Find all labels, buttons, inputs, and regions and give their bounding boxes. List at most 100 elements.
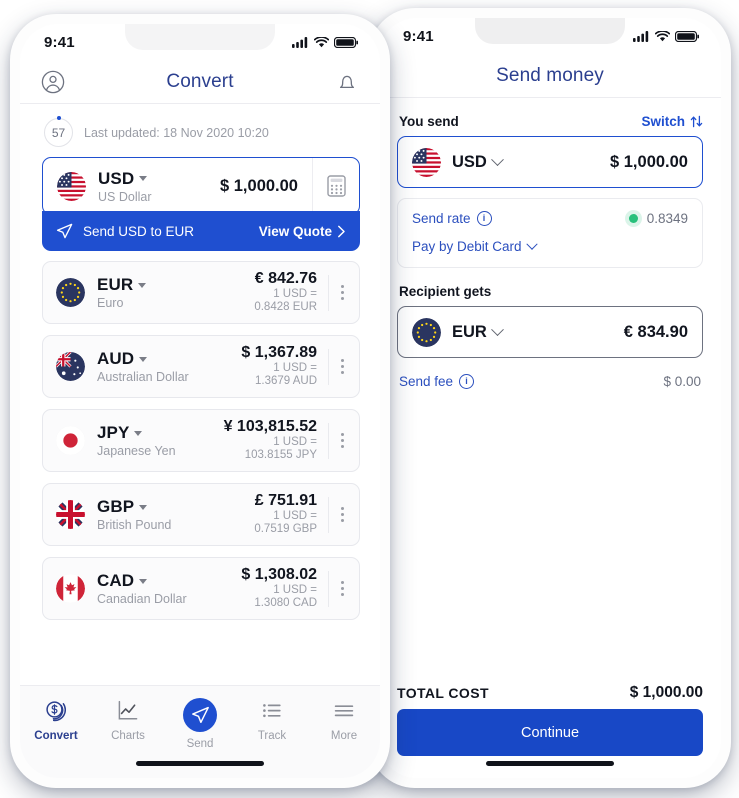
paper-plane-icon <box>56 223 73 238</box>
row-menu-button[interactable] <box>328 496 355 533</box>
you-send-label: You send <box>399 114 459 129</box>
continue-button-label: Continue <box>520 724 580 741</box>
currency-info[interactable]: AUD Australian Dollar <box>43 349 241 384</box>
base-currency-card[interactable]: USD US Dollar $ 1,000.00 <box>42 157 360 215</box>
row-menu-button[interactable] <box>328 570 355 607</box>
send-quote-left: Send USD to EUR <box>56 223 194 240</box>
paper-plane-icon <box>191 706 209 723</box>
tab-track[interactable]: Track <box>236 698 308 742</box>
convert-body: 57 Last updated: 18 Nov 2020 10:20 USD U… <box>20 104 380 778</box>
send-fab[interactable] <box>183 698 217 732</box>
home-indicator <box>136 761 264 766</box>
row-menu-button[interactable] <box>328 422 355 459</box>
switch-label: Switch <box>641 114 685 129</box>
rate-line-1: 1 USD = <box>273 583 317 596</box>
base-currency-text: USD US Dollar <box>98 169 152 204</box>
phone-send-money: 9:41 Send money You send Switch USD $ 1,… <box>369 8 731 788</box>
row-menu-button[interactable] <box>328 274 355 311</box>
au-flag-icon <box>56 352 85 381</box>
view-quote-button[interactable]: View Quote <box>259 224 346 239</box>
status-bar-right: 9:41 <box>379 18 721 54</box>
tab-more[interactable]: More <box>308 698 380 742</box>
status-icons <box>292 36 358 48</box>
send-fee-label-group[interactable]: Send fee i <box>399 374 475 389</box>
tab-charts[interactable]: Charts <box>92 698 164 742</box>
pay-method-group[interactable]: Pay by Debit Card <box>412 238 538 254</box>
base-currency-name: US Dollar <box>98 189 152 204</box>
currency-row-cad[interactable]: CAD Canadian Dollar $ 1,308.02 1 USD = 1… <box>42 557 360 620</box>
currency-info[interactable]: GBP British Pound <box>43 497 254 532</box>
you-send-amount-field[interactable]: USD $ 1,000.00 <box>397 136 703 188</box>
caret-down-icon <box>138 282 147 288</box>
currency-text: GBP British Pound <box>97 497 171 532</box>
converted-amount: ¥ 103,815.52 <box>223 417 317 435</box>
chevron-down-icon <box>490 152 504 166</box>
recipient-currency-code: EUR <box>452 322 504 342</box>
currency-code-row: GBP <box>97 497 171 517</box>
status-dot <box>628 214 638 223</box>
row-menu-button[interactable] <box>328 348 355 385</box>
caret-down-icon <box>139 504 148 510</box>
currency-values: $ 1,308.02 1 USD = 1.3080 CAD <box>241 566 328 612</box>
chevron-right-icon <box>338 225 345 237</box>
send-rate-label: Send rate <box>412 211 471 226</box>
currency-info[interactable]: JPY Japanese Yen <box>43 423 224 458</box>
currency-code-row: EUR <box>97 275 147 295</box>
chevron-down-icon <box>525 238 538 250</box>
recipient-currency-selector[interactable]: EUR <box>412 317 504 347</box>
list-icon <box>263 704 281 718</box>
base-currency-amount[interactable]: $ 1,000.00 <box>220 177 312 196</box>
currency-values: ¥ 103,815.52 1 USD = 103.8155 JPY <box>224 418 328 464</box>
status-time: 9:41 <box>403 27 434 45</box>
last-updated-row: 57 Last updated: 18 Nov 2020 10:20 <box>20 104 380 155</box>
currency-values: € 842.76 1 USD = 0.8428 EUR <box>254 270 328 316</box>
currency-info[interactable]: CAD Canadian Dollar <box>43 571 241 606</box>
currency-text: EUR Euro <box>97 275 147 310</box>
currency-row-jpy[interactable]: JPY Japanese Yen ¥ 103,815.52 1 USD = 10… <box>42 409 360 472</box>
currency-info[interactable]: EUR Euro <box>43 275 254 310</box>
currency-code: JPY <box>97 423 130 442</box>
rate-line-2: 0.7519 GBP <box>254 523 317 536</box>
currency-row-eur[interactable]: EUR Euro € 842.76 1 USD = 0.8428 EUR <box>42 261 360 324</box>
converted-amount: $ 1,308.02 <box>241 565 317 583</box>
ca-flag-icon <box>56 574 85 603</box>
send-quote-banner[interactable]: Send USD to EUR View Quote <box>42 211 360 251</box>
rate-info-card: Send rate i 0.8349 Pay by Debit Card <box>397 198 703 268</box>
currency-text: CAD Canadian Dollar <box>97 571 187 606</box>
recipient-amount-field[interactable]: EUR € 834.90 <box>397 306 703 358</box>
send-rate-label-group[interactable]: Send rate i <box>412 211 492 226</box>
calculator-button[interactable] <box>312 158 359 214</box>
currency-code-text: EUR <box>452 322 487 341</box>
notifications-button[interactable] <box>334 69 360 95</box>
pay-method-row[interactable]: Pay by Debit Card <box>412 238 688 254</box>
currency-values: £ 751.91 1 USD = 0.7519 GBP <box>254 492 328 538</box>
caret-down-icon <box>139 578 148 584</box>
bell-icon <box>339 75 355 89</box>
status-icons <box>633 30 699 42</box>
view-quote-label: View Quote <box>258 223 332 239</box>
tab-label: More <box>330 730 358 742</box>
base-currency-selector[interactable]: USD US Dollar <box>43 169 220 204</box>
tab-convert[interactable]: Convert <box>20 698 92 742</box>
you-send-currency-selector[interactable]: USD <box>412 147 504 177</box>
switch-button[interactable]: Switch <box>641 114 703 129</box>
refresh-countdown[interactable]: 57 <box>44 116 73 147</box>
currency-code-text: USD <box>452 152 487 171</box>
rate-line-2: 1.3679 AUD <box>254 375 317 388</box>
rate-line-1: 1 USD = <box>273 509 317 522</box>
coins-icon <box>46 701 66 722</box>
nav-bar-right: Send money <box>379 54 721 98</box>
info-icon[interactable]: i <box>459 374 475 389</box>
chevron-down-icon <box>490 322 504 336</box>
continue-button[interactable]: Continue <box>397 709 703 756</box>
currency-row-gbp[interactable]: GBP British Pound £ 751.91 1 USD = 0.751… <box>42 483 360 546</box>
info-icon[interactable]: i <box>476 211 492 226</box>
converted-amount: £ 751.91 <box>254 491 317 509</box>
send-quote-text: Send USD to EUR <box>83 223 195 239</box>
battery-icon <box>675 30 699 42</box>
currency-row-aud[interactable]: AUD Australian Dollar $ 1,367.89 1 USD =… <box>42 335 360 398</box>
profile-button[interactable] <box>40 69 66 95</box>
tab-send[interactable]: Send <box>164 698 236 750</box>
nav-bar-left: Convert <box>20 60 380 104</box>
send-fee-value: $ 0.00 <box>663 374 701 389</box>
